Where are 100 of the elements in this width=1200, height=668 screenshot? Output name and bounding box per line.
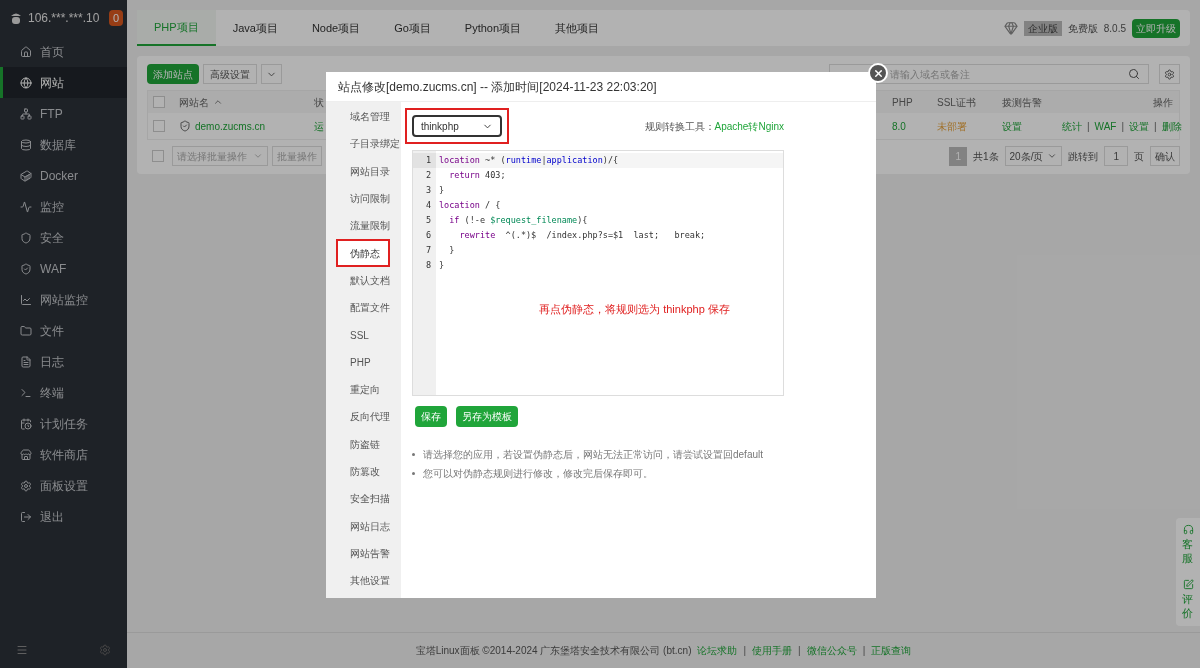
line-number: 2: [424, 169, 432, 183]
sidebar-label: 终端: [40, 384, 64, 402]
edition-label: 免费版: [1067, 21, 1098, 36]
settings-menu-item[interactable]: 默认文档: [326, 266, 401, 295]
code-line: location / {: [438, 199, 502, 213]
settings-menu-item[interactable]: 子目录绑定: [326, 130, 401, 158]
column-header: 操作: [1153, 95, 1173, 110]
sidebar-label: 日志: [40, 353, 64, 371]
column-header: 状: [314, 96, 324, 108]
menu-icon[interactable]: [16, 644, 28, 656]
settings-menu-item[interactable]: 反向代理: [326, 403, 401, 431]
settings-menu-item[interactable]: 访问限制: [326, 184, 401, 213]
project-tab[interactable]: 其他项目: [538, 10, 617, 46]
sidebar-item[interactable]: 日志: [0, 346, 127, 377]
settings-menu-item[interactable]: 域名管理: [326, 103, 401, 131]
settings-menu-item[interactable]: 伪静态: [336, 239, 390, 267]
code-line: return 403;: [448, 169, 507, 183]
row-checkbox[interactable]: [153, 120, 165, 132]
sidebar-item[interactable]: 监控: [0, 191, 127, 222]
footer-link[interactable]: 论坛求助: [697, 643, 738, 658]
footer-link[interactable]: 使用手册: [752, 643, 793, 658]
search-icon[interactable]: [1128, 68, 1140, 80]
footer-link[interactable]: 正版查询: [871, 643, 912, 658]
footer-link[interactable]: 微信公众号: [806, 643, 857, 658]
php-version-cell[interactable]: 8.0: [892, 120, 906, 132]
sidebar-item[interactable]: 安全: [0, 222, 127, 253]
settings-menu-item[interactable]: SSL: [326, 321, 401, 349]
sidebar-item[interactable]: 终端: [0, 377, 127, 408]
settings-menu-item[interactable]: 其他设置: [326, 567, 401, 595]
page-size-select[interactable]: 20条/页: [1004, 146, 1063, 166]
upgrade-button[interactable]: 立即升级: [1132, 18, 1180, 38]
sidebar-label: 退出: [40, 508, 64, 526]
project-tab[interactable]: Go项目: [377, 10, 448, 46]
converter-link[interactable]: Apache转Nginx: [714, 118, 784, 134]
code-editor[interactable]: 1 2 3 4 5 6 7 8 location ~* (runtime|application)/{ return 403; } location / { if (!-e $request_filename){ rewrite ^(.*)$ /index.php?s=$1 last; break; } } 再点伪静态，将规则选为 thinkphp 保存: [412, 150, 784, 396]
sidebar-label: 安全: [40, 229, 64, 247]
project-tab[interactable]: PHP项目: [137, 10, 216, 46]
sidebar-item[interactable]: 首页: [0, 36, 127, 67]
project-tab[interactable]: Java项目: [215, 10, 295, 46]
settings-button[interactable]: [1159, 64, 1180, 84]
sidebar-item[interactable]: 网站: [0, 67, 127, 98]
sidebar-item[interactable]: 数据库: [0, 129, 127, 160]
alert-count[interactable]: 0: [108, 9, 123, 27]
settings-menu-item[interactable]: 重定向: [326, 375, 401, 404]
headset-icon[interactable]: [1182, 524, 1194, 535]
alert-settings-link[interactable]: 设置: [1002, 120, 1022, 132]
settings-menu-item[interactable]: PHP: [326, 348, 401, 376]
sidebar-item[interactable]: FTP: [0, 98, 127, 129]
save-button[interactable]: 保存: [415, 406, 447, 427]
settings-icon[interactable]: [99, 644, 111, 656]
advanced-settings-button[interactable]: 高级设置: [203, 64, 257, 84]
sidebar-item[interactable]: 面板设置: [0, 470, 127, 501]
row-action-link[interactable]: WAF: [1094, 118, 1117, 134]
confirm-button[interactable]: 确认: [1150, 146, 1180, 166]
database-icon: [20, 138, 32, 151]
caret-icon: [253, 151, 263, 161]
rule-select[interactable]: thinkphp: [412, 115, 502, 137]
site-name-link[interactable]: demo.zucms.cn: [195, 118, 266, 134]
sort-icon[interactable]: [213, 97, 223, 107]
status-cell[interactable]: 运: [314, 120, 324, 132]
sidebar-label: WAF: [40, 260, 67, 278]
enterprise-badge[interactable]: 企业版: [1023, 20, 1062, 36]
save-as-template-button[interactable]: 另存为模板: [456, 406, 518, 427]
batch-checkbox[interactable]: [152, 150, 164, 162]
row-action-link[interactable]: 统计: [1062, 118, 1082, 134]
sidebar-item[interactable]: 文件: [0, 315, 127, 346]
settings-menu-item[interactable]: 防盗链: [326, 430, 401, 458]
settings-menu-item[interactable]: 网站日志: [326, 512, 401, 540]
sidebar-item[interactable]: WAF: [0, 253, 127, 284]
edit-icon[interactable]: [1182, 579, 1194, 590]
settings-menu-item[interactable]: 流量限制: [326, 212, 401, 240]
row-action-link[interactable]: 设置: [1129, 118, 1150, 134]
document-icon: [20, 355, 32, 368]
float-widget-label[interactable]: 评价: [1182, 592, 1194, 620]
sidebar-label: 软件商店: [40, 446, 88, 464]
sidebar-item[interactable]: 退出: [0, 501, 127, 532]
sidebar-label: 首页: [40, 43, 64, 61]
settings-menu-item[interactable]: 配置文件: [326, 294, 401, 322]
settings-menu-item[interactable]: 防篡改: [326, 457, 401, 486]
sidebar-item[interactable]: Docker: [0, 160, 127, 191]
line-number: 4: [424, 199, 432, 213]
sidebar-item[interactable]: 软件商店: [0, 439, 127, 470]
sidebar-label: 文件: [40, 322, 64, 340]
bullet-icon: [412, 453, 415, 456]
float-widget-label[interactable]: 客服: [1182, 537, 1194, 565]
sidebar-item[interactable]: 计划任务: [0, 408, 127, 439]
settings-menu-item[interactable]: 安全扫描: [326, 485, 401, 513]
annotation-text: 再点伪静态，将规则选为 thinkphp 保存: [539, 302, 730, 317]
page-input[interactable]: 1: [1104, 146, 1128, 166]
sidebar-item[interactable]: 网站监控: [0, 284, 127, 315]
dropdown-button[interactable]: [261, 64, 282, 84]
add-site-button[interactable]: 添加站点: [147, 64, 199, 84]
settings-menu-item[interactable]: 网站告警: [326, 539, 401, 568]
project-tab[interactable]: Node项目: [294, 10, 378, 46]
row-action-link[interactable]: 删除: [1161, 118, 1182, 134]
settings-menu-item[interactable]: 网站目录: [326, 157, 401, 185]
separator: |: [798, 644, 801, 658]
project-tab[interactable]: Python项目: [447, 10, 539, 46]
select-all-checkbox[interactable]: [153, 96, 165, 108]
column-header[interactable]: 网站名: [179, 94, 209, 110]
